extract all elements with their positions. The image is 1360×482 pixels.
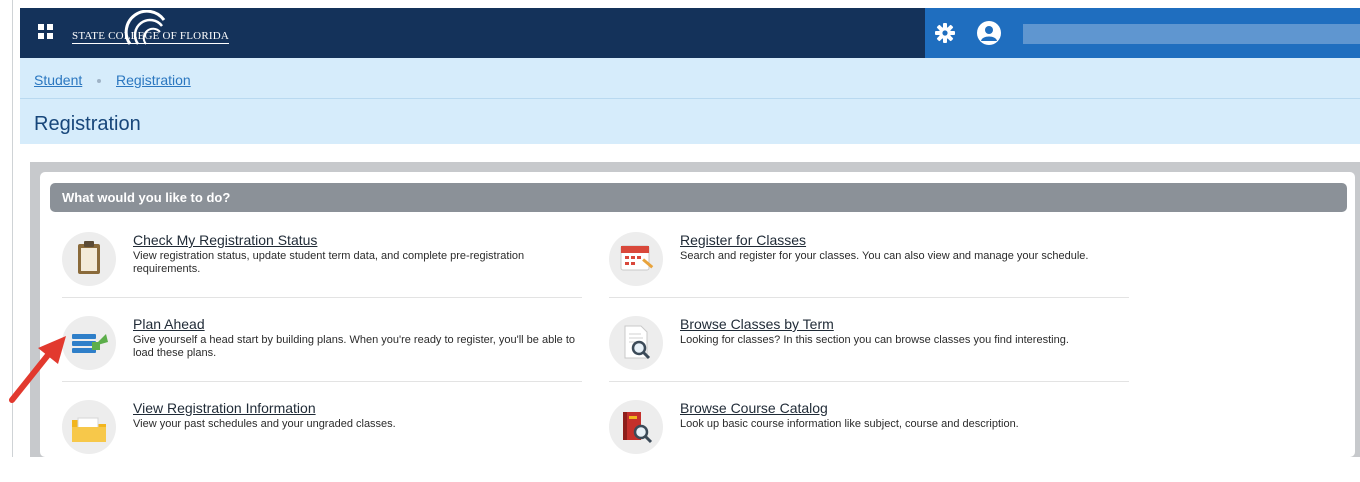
option-title[interactable]: Browse Classes by Term	[680, 316, 834, 332]
calendar-icon	[609, 232, 663, 286]
top-bar-user-area	[925, 8, 1360, 58]
page-title-bar: Registration	[20, 99, 1360, 144]
logo-text: STATE COLLEGE OF FLORIDA	[72, 30, 230, 44]
divider	[62, 381, 582, 382]
option-title[interactable]: Register for Classes	[680, 232, 806, 248]
option-title[interactable]: Plan Ahead	[133, 316, 205, 332]
top-bar: STATE COLLEGE OF FLORIDA	[20, 8, 1360, 58]
divider	[62, 297, 582, 298]
gear-icon[interactable]	[934, 22, 956, 44]
divider	[609, 297, 1129, 298]
option-browse-classes-by-term[interactable]: Browse Classes by Term Looking for class…	[609, 316, 1129, 398]
option-title[interactable]: Check My Registration Status	[133, 232, 317, 248]
option-description: Looking for classes? In this section you…	[680, 334, 1069, 346]
book-search-icon	[609, 400, 663, 454]
breadcrumb-separator	[97, 79, 101, 83]
option-description: View registration status, update student…	[133, 250, 525, 275]
divider	[609, 381, 1129, 382]
registration-options-panel: What would you like to do? Check My Regi…	[40, 172, 1355, 457]
option-browse-course-catalog[interactable]: Browse Course Catalog Look up basic cour…	[609, 400, 1129, 482]
college-logo[interactable]: STATE COLLEGE OF FLORIDA	[72, 10, 232, 48]
clipboard-icon	[62, 232, 116, 286]
apps-grid-icon[interactable]	[38, 24, 54, 40]
app-window: STATE COLLEGE OF FLORIDA Student Registr…	[20, 8, 1360, 457]
document-search-icon	[609, 316, 663, 370]
red-arrow-icon	[9, 336, 66, 403]
breadcrumb-student-link[interactable]: Student	[34, 72, 82, 88]
option-description: Look up basic course information like su…	[680, 418, 1019, 430]
option-check-registration-status[interactable]: Check My Registration Status View regist…	[62, 232, 582, 314]
folder-icon	[62, 400, 116, 454]
page-title: Registration	[34, 113, 141, 135]
option-title[interactable]: Browse Course Catalog	[680, 400, 828, 416]
plan-list-icon	[62, 316, 116, 370]
option-register-for-classes[interactable]: Register for Classes Search and register…	[609, 232, 1129, 314]
user-avatar-icon[interactable]	[977, 21, 1001, 45]
option-description: Search and register for your classes. Yo…	[680, 250, 1089, 262]
panel-header: What would you like to do?	[50, 183, 1347, 212]
user-name-field	[1023, 24, 1360, 44]
option-title[interactable]: View Registration Information	[133, 400, 316, 416]
breadcrumb: Student Registration	[20, 58, 1360, 99]
option-description: View your past schedules and your ungrad…	[133, 418, 396, 430]
option-description: Give yourself a head start by building p…	[133, 334, 576, 359]
option-view-registration-information[interactable]: View Registration Information View your …	[62, 400, 582, 482]
panel-heading: What would you like to do?	[62, 190, 231, 205]
breadcrumb-registration-link[interactable]: Registration	[116, 72, 191, 88]
option-plan-ahead[interactable]: Plan Ahead Give yourself a head start by…	[62, 316, 582, 398]
